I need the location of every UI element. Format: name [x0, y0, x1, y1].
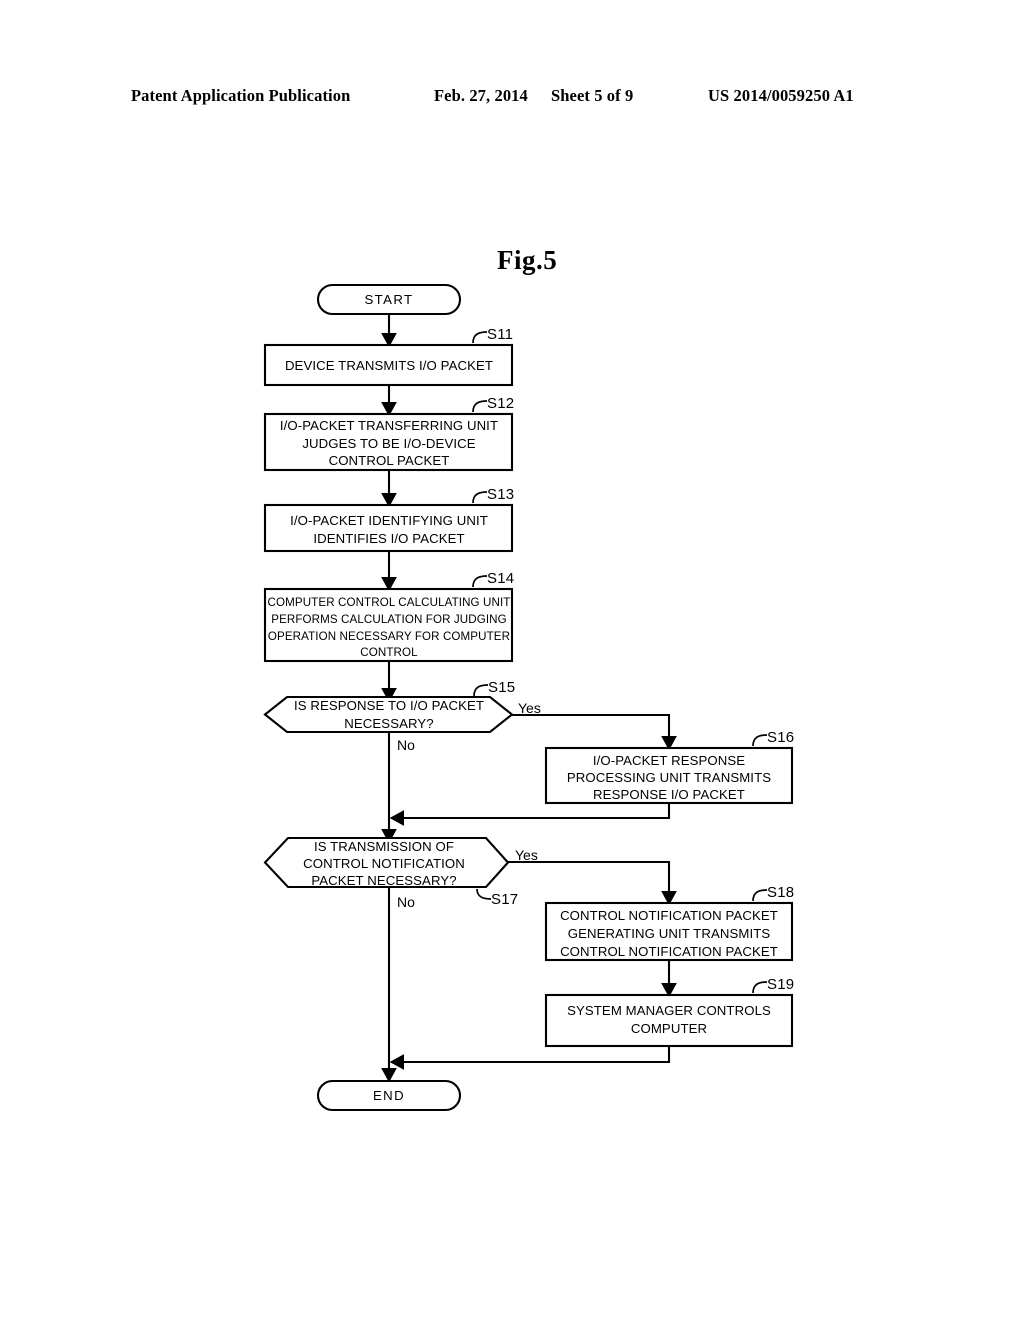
s13-step-id: S13 — [487, 486, 514, 503]
s17-step-id: S17 — [491, 891, 518, 908]
s14-line-0: COMPUTER CONTROL CALCULATING UNIT — [268, 596, 511, 609]
s16-line-0: I/O-PACKET RESPONSE — [593, 753, 745, 768]
node-end: END — [316, 1079, 462, 1112]
s16-step-id: S16 — [767, 729, 794, 746]
s19-line-0: SYSTEM MANAGER CONTROLS — [567, 1003, 771, 1018]
s18-line-1: GENERATING UNIT TRANSMITS — [568, 926, 771, 941]
s18-step-id: S18 — [767, 884, 794, 901]
s11-step-id: S11 — [487, 326, 513, 343]
connector-s15-yes-to-s16 — [512, 713, 677, 751]
patent-page: Patent Application Publication Feb. 27, … — [0, 0, 1024, 1320]
start-label: START — [364, 292, 413, 307]
s15-leader — [473, 684, 489, 697]
connector-s19-to-trunk — [389, 1046, 671, 1070]
node-s17: IS TRANSMISSION OF CONTROL NOTIFICATION … — [263, 836, 538, 910]
s16-line-1: PROCESSING UNIT TRANSMITS — [567, 770, 771, 785]
s14-line-2: OPERATION NECESSARY FOR COMPUTER — [268, 630, 510, 643]
s18-leader — [752, 889, 768, 902]
connector-s16-to-trunk — [389, 803, 671, 826]
s17-yes-label: Yes — [515, 847, 538, 863]
s17-line-1: CONTROL NOTIFICATION — [303, 856, 465, 871]
s12-line-1: JUDGES TO BE I/O-DEVICE — [302, 436, 475, 451]
node-s19: SYSTEM MANAGER CONTROLS COMPUTER S19 — [544, 976, 794, 1048]
s15-no-label: No — [397, 737, 415, 753]
s12-step-id: S12 — [487, 395, 514, 412]
s13-line-0: I/O-PACKET IDENTIFYING UNIT — [290, 513, 488, 528]
s18-line-2: CONTROL NOTIFICATION PACKET — [560, 944, 778, 959]
s14-step-id: S14 — [487, 570, 514, 587]
node-s18: CONTROL NOTIFICATION PACKET GENERATING U… — [544, 884, 794, 962]
node-s15: IS RESPONSE TO I/O PACKET NECESSARY? S15… — [263, 679, 541, 753]
end-label: END — [373, 1088, 405, 1103]
s17-line-2: PACKET NECESSARY? — [311, 873, 456, 888]
s17-no-label: No — [397, 894, 415, 910]
s17-leader — [476, 888, 492, 900]
node-s16: I/O-PACKET RESPONSE PROCESSING UNIT TRAN… — [544, 729, 794, 805]
s14-line-1: PERFORMS CALCULATION FOR JUDGING — [271, 613, 507, 626]
s11-line-0: DEVICE TRANSMITS I/O PACKET — [285, 358, 493, 373]
s18-line-0: CONTROL NOTIFICATION PACKET — [560, 908, 778, 923]
s14-line-3: CONTROL — [360, 646, 418, 659]
s12-line-2: CONTROL PACKET — [329, 453, 450, 468]
flowchart-diagram: START DEVICE TRANSMITS I/O PACKET S11 I/… — [263, 283, 794, 1112]
node-start: START — [316, 283, 462, 316]
s15-line-0: IS RESPONSE TO I/O PACKET — [294, 698, 484, 713]
s19-line-1: COMPUTER — [631, 1021, 707, 1036]
s17-line-0: IS TRANSMISSION OF — [314, 839, 454, 854]
s13-leader — [472, 491, 488, 504]
s14-leader — [472, 575, 488, 588]
s15-yes-label: Yes — [518, 700, 541, 716]
s19-step-id: S19 — [767, 976, 794, 993]
s15-line-1: NECESSARY? — [344, 716, 433, 731]
connector-s17-yes-to-s18 — [508, 860, 677, 906]
s16-line-2: RESPONSE I/O PACKET — [593, 787, 745, 802]
s11-leader — [472, 331, 488, 344]
s16-leader — [752, 734, 768, 747]
s13-line-1: IDENTIFIES I/O PACKET — [313, 531, 464, 546]
s12-leader — [472, 400, 488, 413]
s12-line-0: I/O-PACKET TRANSFERRING UNIT — [280, 418, 498, 433]
s15-step-id: S15 — [488, 679, 515, 696]
s19-leader — [752, 981, 768, 994]
